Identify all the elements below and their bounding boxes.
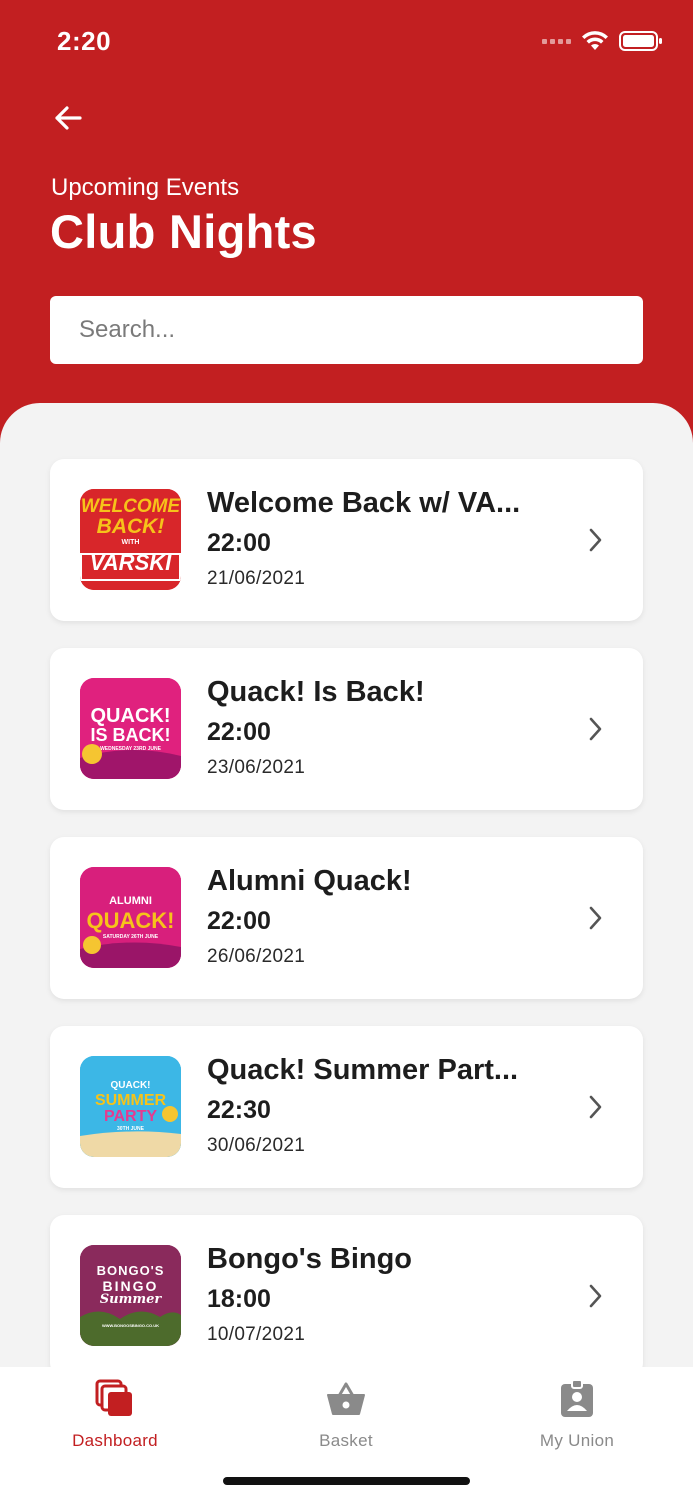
event-card-welcome-back[interactable]: WELCOME BACK! WITH VARSKI Welcome Back w… bbox=[50, 459, 643, 621]
tab-basket[interactable]: Basket bbox=[266, 1379, 426, 1459]
event-time: 22:30 bbox=[207, 1096, 271, 1124]
thumb-text: WEDNESDAY 23RD JUNE bbox=[100, 745, 161, 752]
event-thumbnail: ALUMNI QUACK! SATURDAY 26TH JUNE bbox=[80, 867, 181, 968]
thumb-text: Summer bbox=[99, 1291, 162, 1307]
tab-dashboard[interactable]: Dashboard bbox=[35, 1379, 195, 1459]
event-thumbnail: WELCOME BACK! WITH VARSKI bbox=[80, 489, 181, 590]
thumb-text: QUACK! bbox=[110, 1080, 151, 1091]
status-icons bbox=[542, 30, 663, 52]
event-list: WELCOME BACK! WITH VARSKI Welcome Back w… bbox=[0, 403, 693, 1500]
battery-icon bbox=[619, 31, 662, 51]
home-indicator bbox=[223, 1477, 470, 1485]
thumb-text: VARSKI bbox=[89, 550, 172, 575]
thumb-text: IS BACK! bbox=[90, 724, 171, 745]
event-title: Alumni Quack! bbox=[207, 865, 412, 897]
thumb-text: WITH bbox=[121, 539, 140, 546]
page-subtitle: Upcoming Events bbox=[51, 174, 240, 201]
event-card-alumni-quack[interactable]: ALUMNI QUACK! SATURDAY 26TH JUNE Alumni … bbox=[50, 837, 643, 999]
thumb-text: QUACK! bbox=[90, 704, 171, 727]
thumb-text: WWW.BONGOSBINGO.CO.UK bbox=[101, 1322, 160, 1328]
event-time: 18:00 bbox=[207, 1285, 271, 1313]
back-arrow-icon[interactable] bbox=[50, 100, 86, 136]
chevron-right-icon bbox=[589, 1095, 602, 1119]
event-card-bongos-bingo[interactable]: BONGO'S BINGO Summer WWW.BONGOSBINGO.CO.… bbox=[50, 1215, 643, 1377]
page-title: Club Nights bbox=[50, 205, 317, 258]
thumb-text: ALUMNI bbox=[109, 894, 152, 907]
chevron-right-icon bbox=[589, 1284, 602, 1308]
status-time: 2:20 bbox=[57, 26, 112, 56]
event-thumbnail: BONGO'S BINGO Summer WWW.BONGOSBINGO.CO.… bbox=[80, 1245, 181, 1346]
thumb-text: BONGO'S bbox=[96, 1262, 165, 1278]
event-thumbnail: QUACK! SUMMER PARTY 30TH JUNE bbox=[80, 1056, 181, 1157]
event-time: 22:00 bbox=[207, 907, 271, 935]
event-title: Welcome Back w/ VA... bbox=[207, 487, 521, 519]
event-date: 26/06/2021 bbox=[207, 946, 306, 967]
event-date: 30/06/2021 bbox=[207, 1135, 306, 1156]
thumb-text: SATURDAY 26TH JUNE bbox=[102, 933, 159, 940]
search-input[interactable] bbox=[50, 296, 643, 364]
tab-label: Basket bbox=[319, 1431, 373, 1450]
thumb-text: BINGO bbox=[102, 1277, 159, 1294]
status-bar: 2:20 bbox=[0, 0, 693, 84]
event-date: 21/06/2021 bbox=[207, 568, 306, 589]
tab-label: My Union bbox=[539, 1431, 615, 1450]
thumb-text: SUMMER bbox=[94, 1092, 167, 1109]
event-time: 22:00 bbox=[207, 529, 271, 557]
chevron-right-icon bbox=[589, 906, 602, 930]
thumb-text: 30TH JUNE bbox=[117, 1126, 144, 1132]
event-time: 22:00 bbox=[207, 718, 271, 746]
thumb-text: QUACK! bbox=[86, 907, 175, 933]
signal-icon bbox=[542, 38, 571, 44]
chevron-right-icon bbox=[589, 528, 602, 552]
thumb-text: BACK! bbox=[96, 515, 165, 538]
dashboard-icon bbox=[95, 1379, 132, 1416]
wifi-icon bbox=[582, 31, 608, 50]
event-title: Quack! Is Back! bbox=[207, 676, 425, 708]
event-thumbnail: QUACK! IS BACK! WEDNESDAY 23RD JUNE bbox=[80, 678, 181, 779]
event-date: 10/07/2021 bbox=[207, 1324, 306, 1345]
chevron-right-icon bbox=[589, 717, 602, 741]
basket-icon bbox=[327, 1382, 365, 1415]
event-title: Quack! Summer Part... bbox=[207, 1054, 519, 1086]
thumb-text: WELCOME bbox=[80, 496, 181, 517]
tab-label: Dashboard bbox=[72, 1431, 158, 1450]
event-date: 23/06/2021 bbox=[207, 757, 306, 778]
event-card-quack-is-back[interactable]: QUACK! IS BACK! WEDNESDAY 23RD JUNE Quac… bbox=[50, 648, 643, 810]
tab-my-union[interactable]: My Union bbox=[497, 1379, 657, 1459]
event-title: Bongo's Bingo bbox=[207, 1243, 413, 1275]
thumb-text: PARTY bbox=[103, 1108, 158, 1125]
header: 2:20 Upcoming Events Club Nights bbox=[0, 0, 693, 460]
id-badge-icon bbox=[561, 1379, 593, 1417]
event-card-quack-summer-party[interactable]: QUACK! SUMMER PARTY 30TH JUNE Quack! Sum… bbox=[50, 1026, 643, 1188]
